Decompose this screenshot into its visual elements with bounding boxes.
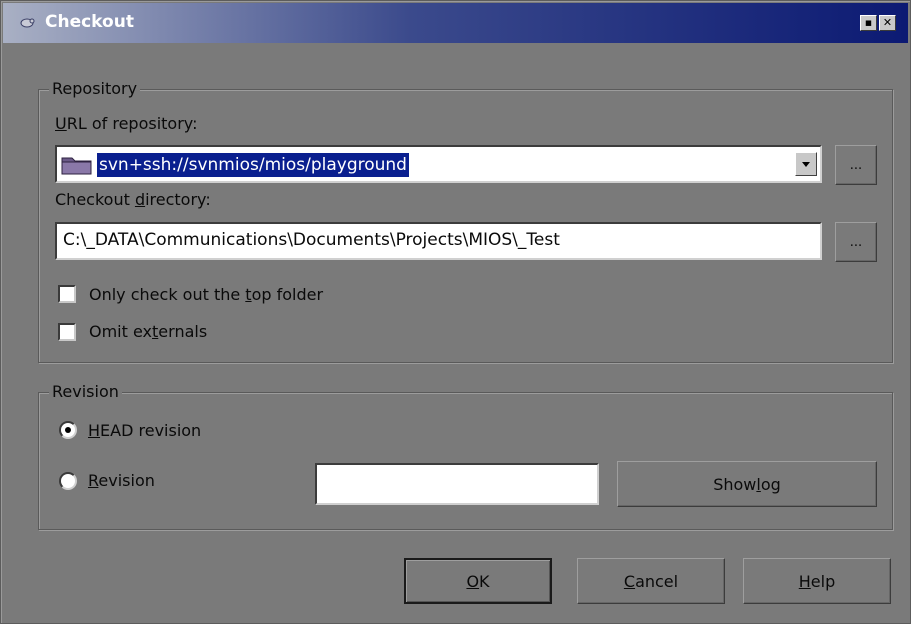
radio-selected-dot bbox=[65, 427, 71, 433]
url-combobox[interactable]: svn+ssh://svnmios/mios/playground bbox=[55, 145, 822, 183]
revision-legend: Revision bbox=[49, 382, 122, 402]
only-top-folder-label[interactable]: Only check out the top folder bbox=[89, 285, 323, 305]
help-button[interactable]: Help bbox=[743, 558, 891, 604]
title-bar[interactable]: Checkout ▪ ✕ bbox=[3, 3, 908, 43]
head-revision-radio[interactable] bbox=[59, 421, 77, 439]
dropdown-arrow-icon[interactable] bbox=[795, 152, 817, 176]
close-icon: ✕ bbox=[882, 16, 893, 29]
minimize-icon: ▪ bbox=[864, 16, 873, 29]
revision-radio[interactable] bbox=[59, 472, 77, 490]
checkout-dialog: Checkout ▪ ✕ Repository URL of repositor… bbox=[0, 0, 911, 624]
checkout-directory-label: Checkout directory: bbox=[55, 190, 211, 209]
ok-button[interactable]: OK bbox=[404, 558, 552, 604]
omit-externals-label[interactable]: Omit externals bbox=[89, 322, 207, 342]
window-title: Checkout bbox=[45, 12, 134, 32]
close-button[interactable]: ✕ bbox=[879, 15, 896, 31]
browse-directory-button[interactable]: ... bbox=[835, 222, 877, 262]
folder-icon bbox=[61, 157, 92, 175]
minimize-button[interactable]: ▪ bbox=[860, 15, 877, 31]
show-log-button[interactable]: Show l og bbox=[617, 461, 877, 507]
tortoise-app-icon bbox=[20, 18, 35, 28]
revision-label[interactable]: Revision bbox=[88, 471, 155, 491]
url-label: URL of repository: bbox=[55, 114, 198, 133]
url-value: svn+ssh://svnmios/mios/playground bbox=[97, 153, 409, 177]
cancel-button[interactable]: Cancel bbox=[577, 558, 725, 604]
head-revision-label[interactable]: HEAD revision bbox=[88, 421, 201, 441]
repository-legend: Repository bbox=[49, 79, 141, 99]
checkout-directory-input[interactable]: C:\_DATA\Communications\Documents\Projec… bbox=[55, 222, 822, 260]
browse-url-button[interactable]: ... bbox=[835, 145, 877, 185]
revision-number-input[interactable] bbox=[315, 463, 599, 505]
omit-externals-checkbox[interactable] bbox=[58, 323, 76, 341]
only-top-folder-checkbox[interactable] bbox=[58, 285, 76, 303]
